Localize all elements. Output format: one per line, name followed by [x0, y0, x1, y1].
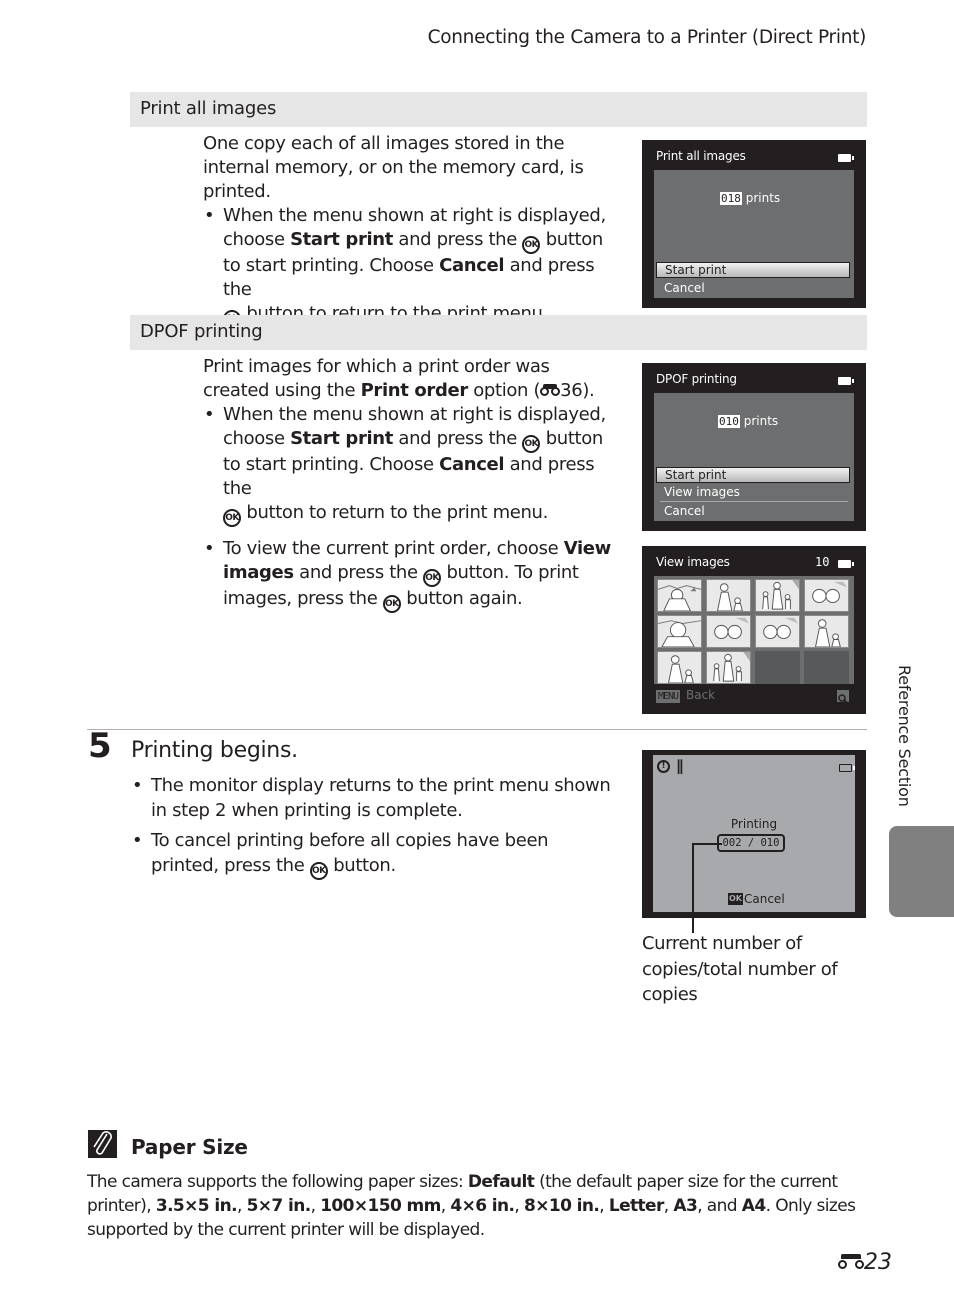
intro-text: One copy each of all images stored in th…	[203, 133, 584, 202]
print-all-images-description: One copy each of all images stored in th…	[203, 132, 613, 328]
thumbnail-image	[714, 617, 750, 640]
thumbnail-woman-child[interactable]	[804, 615, 849, 648]
reference-binoculars-icon	[540, 384, 561, 396]
callout-line	[692, 843, 694, 933]
side-tab-label: Reference Section	[895, 665, 914, 807]
thumbnail-image	[812, 581, 848, 604]
print-progress-counter: 002 / 010	[717, 834, 785, 852]
thumbnail-flowers[interactable]	[706, 615, 751, 648]
callout-label: Current number of copies/total number of…	[642, 933, 838, 1005]
menu-item-cancel[interactable]: Cancel	[656, 503, 850, 519]
menu-item-start-print[interactable]: Start print	[656, 467, 850, 483]
thumbnail-flowers[interactable]	[755, 615, 800, 648]
section-header-dpof-printing: DPOF printing	[130, 315, 867, 350]
instruction-bullet: When the menu shown at right is displaye…	[203, 204, 613, 328]
menu-item-start-print[interactable]: Start print	[656, 262, 850, 278]
screen-panel: 010 prints Start print View images Cance…	[654, 393, 854, 521]
thumbnail-grid	[654, 576, 854, 684]
menu-item-view-images[interactable]: View images	[656, 484, 850, 500]
warning-icon: !	[657, 760, 670, 773]
battery-icon	[838, 377, 854, 385]
callout-line	[692, 843, 722, 845]
note-paperclip-icon	[88, 1130, 117, 1158]
menu-divider	[660, 501, 848, 502]
note-title: Paper Size	[131, 1135, 248, 1159]
thumbnail-flowers[interactable]	[804, 579, 849, 612]
thumbnail-image	[762, 580, 799, 610]
camera-screen-printing: ! ∥ Printing 002 / 010 OK Cancel	[642, 750, 866, 918]
magnifier-icon[interactable]	[837, 690, 849, 705]
image-count: 10	[815, 555, 830, 569]
thumbnail-image	[815, 619, 841, 647]
step-title: Printing begins.	[131, 738, 298, 763]
section-title: DPOF printing	[140, 321, 263, 342]
battery-icon	[839, 764, 855, 772]
step-number: 5	[88, 726, 112, 766]
thumbnail-family-walk[interactable]	[706, 651, 751, 684]
thumbnail-image	[658, 620, 701, 647]
thumbnail-image	[668, 655, 694, 683]
reference-binoculars-icon	[838, 1254, 864, 1269]
thumbnail-image	[717, 583, 743, 611]
note-body: The camera supports the following paper …	[87, 1172, 856, 1240]
camera-screen-dpof-printing: DPOF printing 010 prints Start print Vie…	[642, 363, 866, 531]
camera-screen-print-all-images: Print all images 018 prints Start print …	[642, 140, 866, 308]
menu-item-cancel[interactable]: Cancel	[656, 280, 850, 296]
print-count: 010 prints	[718, 414, 779, 428]
thumbnail-family-walk[interactable]	[755, 579, 800, 612]
battery-icon	[838, 560, 854, 568]
back-label[interactable]: Back	[686, 688, 715, 702]
page-number: 23	[838, 1250, 892, 1275]
section-header-print-all-images: Print all images	[130, 92, 867, 127]
menu-button-icon[interactable]: MENU	[656, 690, 681, 703]
step-5-description: The monitor display returns to the print…	[131, 773, 616, 880]
ok-button-icon: OK	[382, 595, 401, 613]
thumbnail-empty-slot	[755, 651, 800, 684]
ok-button-icon: OK	[522, 236, 541, 254]
thumbnail-empty-slot	[804, 651, 849, 684]
instruction-bullet: To view the current print order, choose …	[203, 537, 613, 613]
intro-text: Print images for which a print order was…	[203, 356, 595, 401]
cancel-label[interactable]: Cancel	[744, 892, 785, 906]
thumbnail-image	[713, 652, 750, 682]
screen-panel: 018 prints Start print Cancel	[654, 170, 854, 298]
thumbnail-portrait-woman-smile[interactable]	[657, 615, 702, 648]
ok-button-icon: OK	[309, 862, 328, 880]
camera-screen-view-images: View images 10 MENU Back	[642, 546, 866, 714]
view-images-description: To view the current print order, choose …	[203, 537, 613, 613]
ok-button-icon[interactable]: OK	[728, 893, 743, 905]
pictbridge-icon: ∥	[676, 757, 684, 775]
thumbnail-image	[763, 617, 799, 640]
print-count: 018 prints	[720, 191, 781, 205]
battery-icon	[838, 154, 854, 162]
thumbnail-woman-child[interactable]	[706, 579, 751, 612]
section-title: Print all images	[140, 98, 277, 119]
ok-button-icon: OK	[223, 509, 241, 527]
screen-title: View images	[656, 555, 730, 569]
screen-panel: ! ∥ Printing 002 / 010 OK Cancel	[653, 755, 855, 912]
instruction-bullet: The monitor display returns to the print…	[131, 773, 616, 823]
side-tab-marker[interactable]	[889, 826, 954, 917]
thumbnail-woman-child[interactable]	[657, 651, 702, 684]
ok-button-icon: OK	[522, 435, 541, 453]
thumbnail-portrait-woman-scarf[interactable]	[657, 579, 702, 612]
printing-status-label: Printing	[730, 817, 778, 831]
screen-title: DPOF printing	[656, 372, 737, 386]
thumbnail-image	[658, 585, 701, 611]
screen-title: Print all images	[656, 149, 746, 163]
instruction-bullet: When the menu shown at right is displaye…	[203, 403, 613, 527]
instruction-bullet: To cancel printing before all copies hav…	[131, 828, 616, 880]
dpof-printing-description: Print images for which a print order was…	[203, 355, 613, 527]
ok-button-icon: OK	[423, 569, 442, 587]
running-header: Connecting the Camera to a Printer (Dire…	[427, 27, 867, 48]
step-divider	[87, 729, 867, 730]
page-reference-link[interactable]: 36	[560, 380, 583, 401]
